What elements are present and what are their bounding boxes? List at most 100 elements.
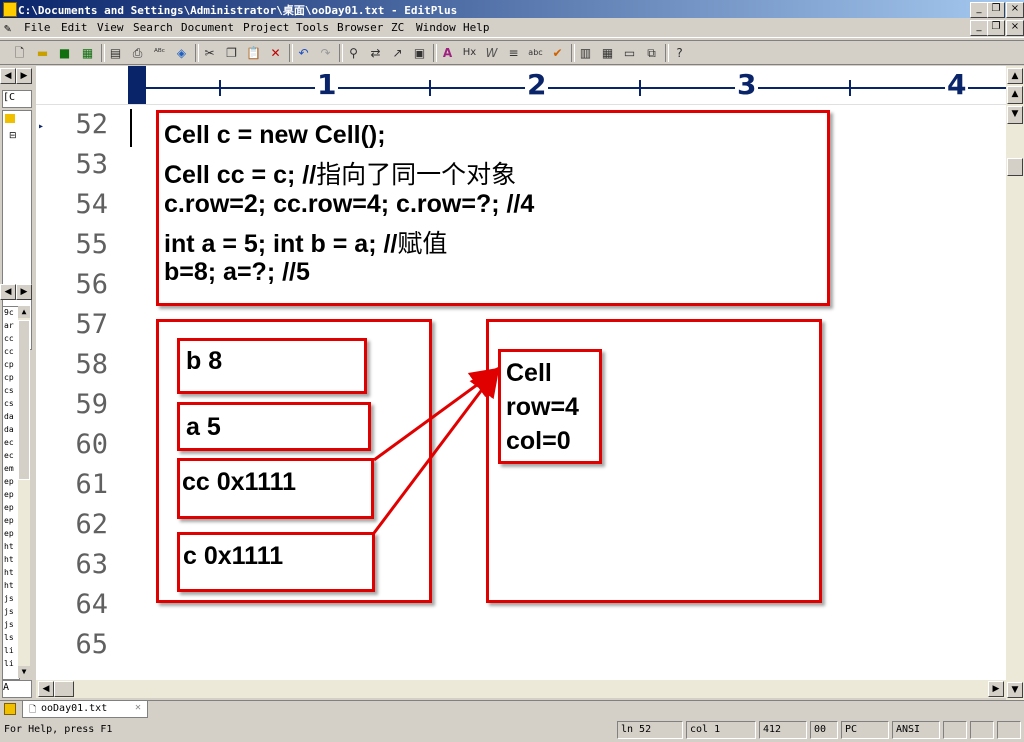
scroll-thumb[interactable] [1007,158,1023,176]
file-list-item[interactable]: ep [4,503,14,512]
hscroll-thumb[interactable] [54,681,74,697]
file-list-item[interactable]: cp [4,360,14,369]
maximize-button[interactable]: ❐ [987,2,1005,18]
goto-icon[interactable]: ↗ [388,44,407,62]
tree-scroll-right-icon[interactable]: ▶ [16,284,32,300]
folder-icon[interactable] [4,703,16,715]
file-list-item[interactable]: js [4,620,14,629]
scroll-up-icon[interactable]: ▲ [1007,68,1023,84]
vertical-scrollbar[interactable]: ▲ ▲ ▼ ▼ [1006,66,1024,700]
print-preview-icon[interactable]: ▤ [106,44,125,62]
browser-icon[interactable]: ◈ [172,44,191,62]
menu-view[interactable]: View [97,21,124,34]
file-list-item[interactable]: ep [4,490,14,499]
file-list-item[interactable]: cp [4,373,14,382]
file-list-item[interactable]: ls [4,633,14,642]
redo-icon[interactable]: ↷ [316,44,335,62]
cut-icon[interactable]: ✂ [200,44,219,62]
menu-file[interactable]: File [24,21,51,34]
scroll-down-icon[interactable]: ▼ [1007,682,1023,698]
replace-icon[interactable]: ⇄ [366,44,385,62]
file-list-item[interactable]: ep [4,477,14,486]
minimize-button[interactable]: _ [970,2,988,18]
scroll-thumb[interactable] [18,320,30,480]
menu-search[interactable]: Search [133,21,173,34]
menu-project[interactable]: Project [243,21,289,34]
close-button[interactable]: × [1006,2,1024,18]
find-in-files-icon[interactable]: ▣ [410,44,429,62]
word-wrap-icon[interactable]: W [482,44,501,62]
save-icon[interactable]: ■ [55,44,74,62]
file-list-item[interactable]: ec [4,438,14,447]
file-list-item[interactable]: cs [4,399,14,408]
open-folder-icon[interactable]: ▬ [33,44,52,62]
hex-icon[interactable]: Hx [460,44,479,62]
fullscreen-icon[interactable]: ⧉ [642,44,661,62]
file-list-item[interactable]: js [4,594,14,603]
editor-area[interactable]: Cell c = new Cell(); Cell cc = c; //指向了同… [130,105,1006,680]
scroll-right-icon[interactable]: ▶ [988,681,1004,697]
menu-tools[interactable]: Tools [296,21,329,34]
file-list-item[interactable]: ht [4,555,14,564]
undo-icon[interactable]: ↶ [294,44,313,62]
scroll-up-icon[interactable]: ▲ [18,306,30,318]
file-list-item[interactable]: ec [4,451,14,460]
find-icon[interactable]: ⚲ [344,44,363,62]
panel-left-arrow-icon[interactable]: ◀ [0,68,16,84]
menu-edit[interactable]: Edit [61,21,88,34]
print-icon[interactable]: ⎙ [128,44,147,62]
line-numbers-icon[interactable]: ≡ [504,44,523,62]
tab-close-icon[interactable]: ✕ [135,702,141,713]
doc-restore-button[interactable]: ❐ [987,20,1005,36]
file-list-item[interactable]: ht [4,568,14,577]
file-list-item[interactable]: ep [4,529,14,538]
file-list-item[interactable]: da [4,412,14,421]
collapse-icon[interactable]: ⊟ [9,131,17,141]
menu-browser[interactable]: Browser [337,21,383,34]
doc-minimize-button[interactable]: _ [970,20,988,36]
check-icon[interactable]: ✔ [548,44,567,62]
panel-right-arrow-icon[interactable]: ▶ [16,68,32,84]
scroll-down-icon[interactable]: ▼ [18,666,30,678]
file-list-item[interactable]: li [4,659,14,668]
file-list-item[interactable]: da [4,425,14,434]
file-list-item[interactable]: cc [4,334,14,343]
menu-zc[interactable]: ZC [391,21,404,34]
tab-ooday01[interactable]: 🗋 ooDay01.txt ✕ [22,701,148,718]
paste-icon[interactable]: 📋 [244,44,263,62]
scroll-left-icon[interactable]: ◀ [38,681,54,697]
file-list-item[interactable]: cc [4,347,14,356]
menu-window[interactable]: Window [416,21,456,34]
file-list-item[interactable]: 9c [4,308,14,317]
save-all-icon[interactable]: ▦ [78,44,97,62]
scroll-down-step-icon[interactable]: ▼ [1007,106,1023,124]
delete-icon[interactable]: ✕ [266,44,285,62]
help-icon[interactable]: ? [670,44,689,62]
file-list-item[interactable]: li [4,646,14,655]
new-file-icon[interactable]: 🗋 [10,44,29,62]
copy-icon[interactable]: ❐ [222,44,241,62]
file-list-item[interactable]: js [4,607,14,616]
spell-check-icon[interactable]: ᴬᴮᶜ [150,44,169,62]
tree-scroll-left-icon[interactable]: ◀ [0,284,16,300]
font-icon[interactable]: A [438,44,457,62]
filter-combo[interactable]: A [2,680,32,698]
file-list-item[interactable]: ep [4,516,14,525]
file-list-item[interactable]: em [4,464,14,473]
menu-document[interactable]: Document [181,21,234,34]
file-list-item[interactable]: ht [4,542,14,551]
screen-icon[interactable]: ▭ [620,44,639,62]
output-icon[interactable]: ▦ [598,44,617,62]
file-list-item[interactable]: cs [4,386,14,395]
panel-icon[interactable]: ▥ [576,44,595,62]
abc-icon[interactable]: abc [526,44,545,62]
app-icon[interactable] [3,2,17,17]
drive-combo[interactable]: [C [2,90,32,108]
horizontal-scrollbar[interactable]: ◀ ▶ [36,680,1006,698]
scroll-up-step-icon[interactable]: ▲ [1007,86,1023,104]
file-list-scrollbar[interactable]: ▲ ▼ [18,306,30,678]
doc-close-button[interactable]: × [1006,20,1024,36]
file-list-item[interactable]: ar [4,321,14,330]
menu-help[interactable]: Help [463,21,490,34]
file-list-item[interactable]: ht [4,581,14,590]
